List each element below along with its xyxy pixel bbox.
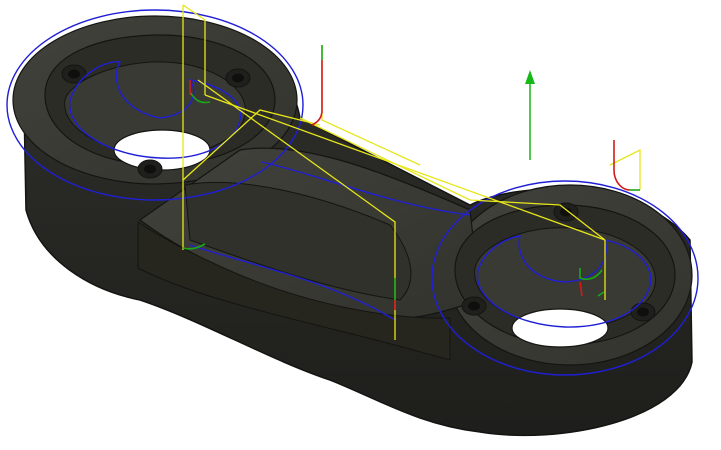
tool-axis-arrow-icon — [525, 70, 535, 160]
screw-hole — [144, 164, 156, 174]
graphics-viewport[interactable] — [0, 0, 721, 450]
viewport-canvas[interactable] — [0, 0, 721, 450]
screw-hole — [637, 307, 649, 317]
screw-hole — [468, 301, 480, 311]
left-center-hole — [113, 129, 211, 171]
plunge[interactable] — [613, 140, 631, 191]
screw-hole — [68, 69, 80, 79]
right-center-hole — [511, 308, 609, 348]
screw-hole — [232, 73, 244, 83]
part-body[interactable] — [12, 15, 693, 437]
plunge[interactable] — [311, 60, 323, 126]
